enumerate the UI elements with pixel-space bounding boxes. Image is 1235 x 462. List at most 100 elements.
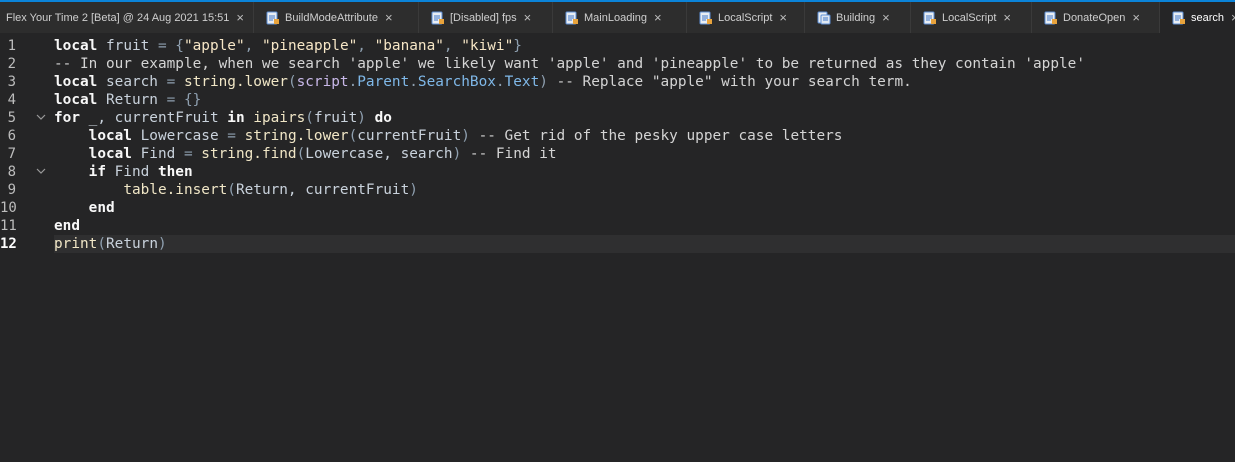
code-token: }	[513, 38, 522, 54]
code-line[interactable]: local fruit = {"apple", "pineapple", "ba…	[54, 37, 522, 55]
code-line[interactable]: print(Return)	[54, 235, 167, 253]
code-token: end	[54, 218, 80, 234]
tab-search[interactable]: search ×	[1160, 2, 1235, 33]
line-number: 2	[7, 56, 16, 72]
code-line[interactable]: local Find = string.find(Lowercase, sear…	[54, 145, 557, 163]
code-token: Return	[106, 236, 158, 252]
code-token: search	[97, 74, 167, 90]
code-token: Lowercase, search	[305, 146, 453, 162]
code-token: (	[296, 146, 306, 162]
code-token: = {	[157, 38, 184, 54]
close-icon[interactable]: ×	[236, 11, 244, 24]
close-icon[interactable]: ×	[779, 11, 787, 24]
line-number: 11	[0, 218, 17, 234]
close-icon[interactable]: ×	[654, 11, 662, 24]
code-line[interactable]: for _, currentFruit in ipairs(fruit) do	[54, 109, 392, 127]
tab-building[interactable]: Building ×	[805, 2, 911, 33]
code-line[interactable]: end	[54, 199, 115, 217]
code-token: string.find	[201, 146, 297, 162]
code-token: )	[357, 110, 375, 126]
script-icon	[266, 11, 279, 24]
code-token: end	[88, 200, 115, 216]
tab-localscript-1[interactable]: LocalScript ×	[687, 2, 805, 33]
tab-label: Building	[836, 11, 876, 24]
code-token: Find	[131, 146, 184, 162]
code-line[interactable]: local search = string.lower(script.Paren…	[54, 73, 912, 91]
tab-place[interactable]: Flex Your Time 2 [Beta] @ 24 Aug 2021 15…	[0, 2, 254, 33]
code-token: .	[409, 74, 418, 90]
code-token: "banana"	[374, 38, 444, 54]
tab-mainloading[interactable]: MainLoading ×	[553, 2, 687, 33]
code-line[interactable]: end	[54, 217, 80, 235]
module-script-icon	[817, 11, 831, 24]
close-icon[interactable]: ×	[1003, 11, 1011, 24]
script-icon	[699, 11, 712, 24]
code-token: if	[88, 164, 106, 180]
tab-label: LocalScript	[942, 11, 997, 24]
script-icon	[565, 11, 578, 24]
code-token: "kiwi"	[461, 38, 514, 54]
code-line[interactable]: if Find then	[54, 163, 193, 181]
code-token: in	[227, 110, 245, 126]
code-token: ipairs	[244, 110, 306, 126]
code-token: fruit	[97, 38, 158, 54]
tab-label: BuildModeAttribute	[285, 11, 378, 24]
code-line[interactable]: local Lowercase = string.lower(currentFr…	[54, 127, 843, 145]
line-number: 12	[0, 236, 17, 252]
code-token: )	[452, 146, 470, 162]
tab-label: [Disabled] fps	[450, 11, 517, 24]
code-token: table.insert	[123, 182, 228, 198]
script-icon	[1044, 11, 1057, 24]
close-icon[interactable]: ×	[882, 11, 890, 24]
close-icon[interactable]: ×	[524, 11, 532, 24]
code-token: -- Get rid of the pesky upper case lette…	[478, 128, 843, 144]
close-icon[interactable]: ×	[385, 11, 393, 24]
script-icon	[431, 11, 444, 24]
code-token: )	[461, 128, 479, 144]
code-token: Parent	[357, 74, 410, 90]
tab-donateopen[interactable]: DonateOpen ×	[1032, 2, 1160, 33]
tab-label: MainLoading	[584, 11, 647, 24]
code-token: ,	[244, 38, 262, 54]
code-token: )	[409, 182, 418, 198]
code-token: local	[54, 74, 98, 90]
script-icon	[923, 11, 936, 24]
code-token: do	[374, 110, 392, 126]
code-token: =	[183, 146, 202, 162]
fold-chevron-icon[interactable]	[36, 163, 46, 181]
code-token: .	[495, 74, 505, 90]
code-token: Lowercase	[131, 128, 228, 144]
code-token: print	[54, 236, 98, 252]
tab-buildmodeattribute[interactable]: BuildModeAttribute ×	[254, 2, 419, 33]
close-icon[interactable]: ×	[1132, 11, 1140, 24]
code-line[interactable]: table.insert(Return, currentFruit)	[54, 181, 418, 199]
tab-localscript-2[interactable]: LocalScript ×	[911, 2, 1032, 33]
code-token: fruit	[313, 110, 358, 126]
code-line[interactable]: -- In our example, when we search 'apple…	[54, 55, 1085, 73]
line-number: 7	[7, 146, 16, 162]
code-line[interactable]: local Return = {}	[54, 91, 201, 109]
code-token: =	[166, 74, 184, 90]
line-number: 4	[7, 92, 16, 108]
code-token: Text	[504, 74, 540, 90]
code-token: =	[227, 128, 245, 144]
code-token: ,	[443, 38, 462, 54]
code-token: Return, currentFruit	[235, 182, 410, 198]
code-token: local	[54, 92, 98, 108]
line-number: 3	[7, 74, 16, 90]
tab-label: DonateOpen	[1063, 11, 1126, 24]
fold-chevron-icon[interactable]	[36, 109, 46, 127]
line-number: 1	[7, 38, 16, 54]
code-token: -- Find it	[469, 146, 557, 162]
code-token: )	[157, 236, 167, 252]
close-icon[interactable]: ×	[1231, 11, 1235, 24]
code-token: (	[97, 236, 106, 252]
code-token: _, currentFruit	[80, 110, 228, 126]
line-number: 5	[7, 110, 16, 126]
line-number: 8	[7, 164, 16, 180]
tab-disabled-fps[interactable]: [Disabled] fps ×	[419, 2, 553, 33]
code-token: for	[54, 110, 80, 126]
code-token: string.lower	[183, 74, 288, 90]
code-token: (	[287, 74, 297, 90]
